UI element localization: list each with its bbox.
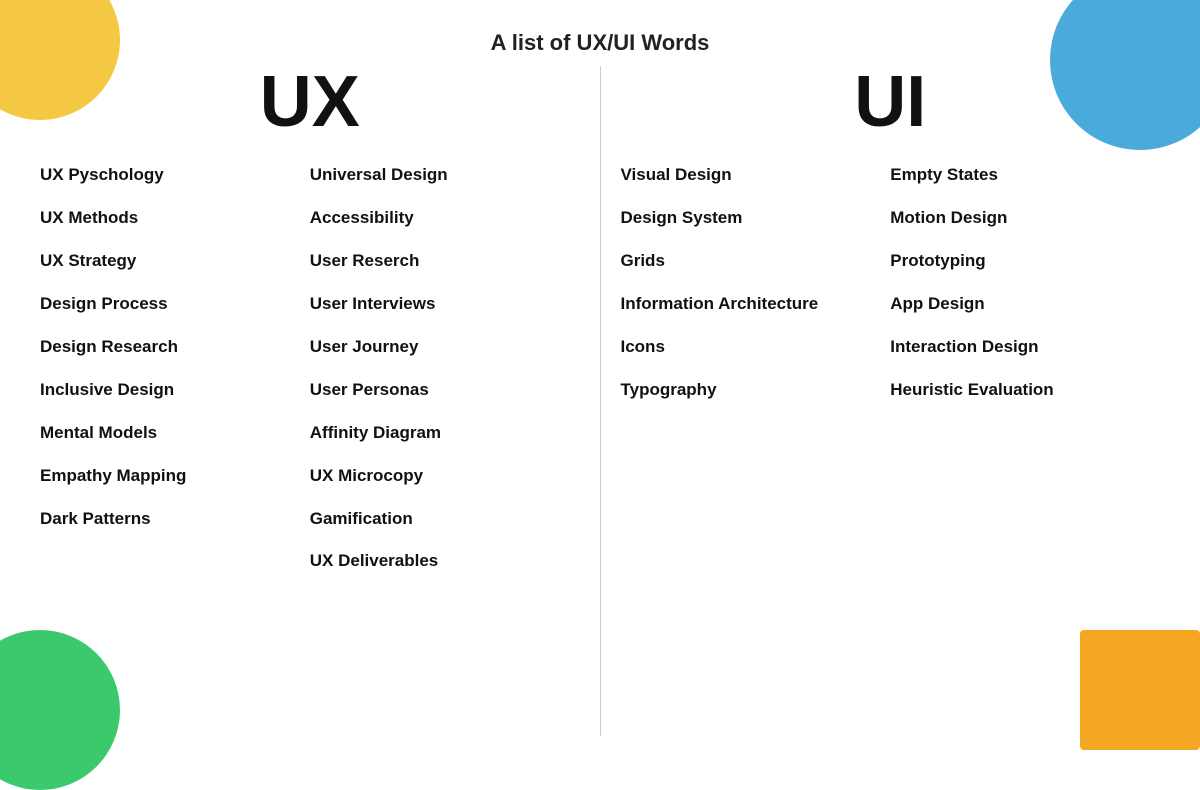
ux-word: Design Process [40,287,310,322]
ux-word: Gamification [310,502,580,537]
ui-word: Interaction Design [890,330,1160,365]
corner-decoration-orange [1080,630,1200,750]
ui-word: Heuristic Evaluation [890,373,1160,408]
ux-word: UX Pyschology [40,158,310,193]
ui-word: Typography [621,373,891,408]
ux-section: UX UX Pyschology UX Methods UX Strategy Des… [20,66,601,736]
ui-word: Prototyping [890,244,1160,279]
ux-word: UX Deliverables [310,544,580,579]
ux-columns: UX Pyschology UX Methods UX Strategy Design… [40,158,580,579]
ui-word: Empty States [890,158,1160,193]
ux-word: User Interviews [310,287,580,322]
ux-word: UX Microcopy [310,459,580,494]
ux-word: Inclusive Design [40,373,310,408]
ux-word: Mental Models [40,416,310,451]
ux-word: Empathy Mapping [40,459,310,494]
ui-col-1: Visual Design Design System Grids Informati… [621,158,891,408]
ux-word: Universal Design [310,158,580,193]
main-container: UX UX Pyschology UX Methods UX Strategy Des… [0,66,1200,736]
ui-word: App Design [890,287,1160,322]
ui-word: Icons [621,330,891,365]
ux-word: Affinity Diagram [310,416,580,451]
ux-word: Accessibility [310,201,580,236]
ux-word: Design Research [40,330,310,365]
ux-word: User Reserch [310,244,580,279]
ui-word: Design System [621,201,891,236]
ux-word: User Personas [310,373,580,408]
ui-word: Grids [621,244,891,279]
ui-columns: Visual Design Design System Grids Informati… [621,158,1161,408]
ux-word: Dark Patterns [40,502,310,537]
ux-col-1: UX Pyschology UX Methods UX Strategy Design… [40,158,310,579]
ui-word: Visual Design [621,158,891,193]
ui-col-2: Empty States Motion Design Prototyping App … [890,158,1160,408]
page-title: A list of UX/UI Words [0,0,1200,56]
ui-word: Information Architecture [621,287,891,322]
ux-col-2: Universal Design Accessibility User Reserc… [310,158,580,579]
ux-word: UX Strategy [40,244,310,279]
ui-word: Motion Design [890,201,1160,236]
ux-word: UX Methods [40,201,310,236]
ux-word: User Journey [310,330,580,365]
ux-heading: UX [40,66,580,138]
